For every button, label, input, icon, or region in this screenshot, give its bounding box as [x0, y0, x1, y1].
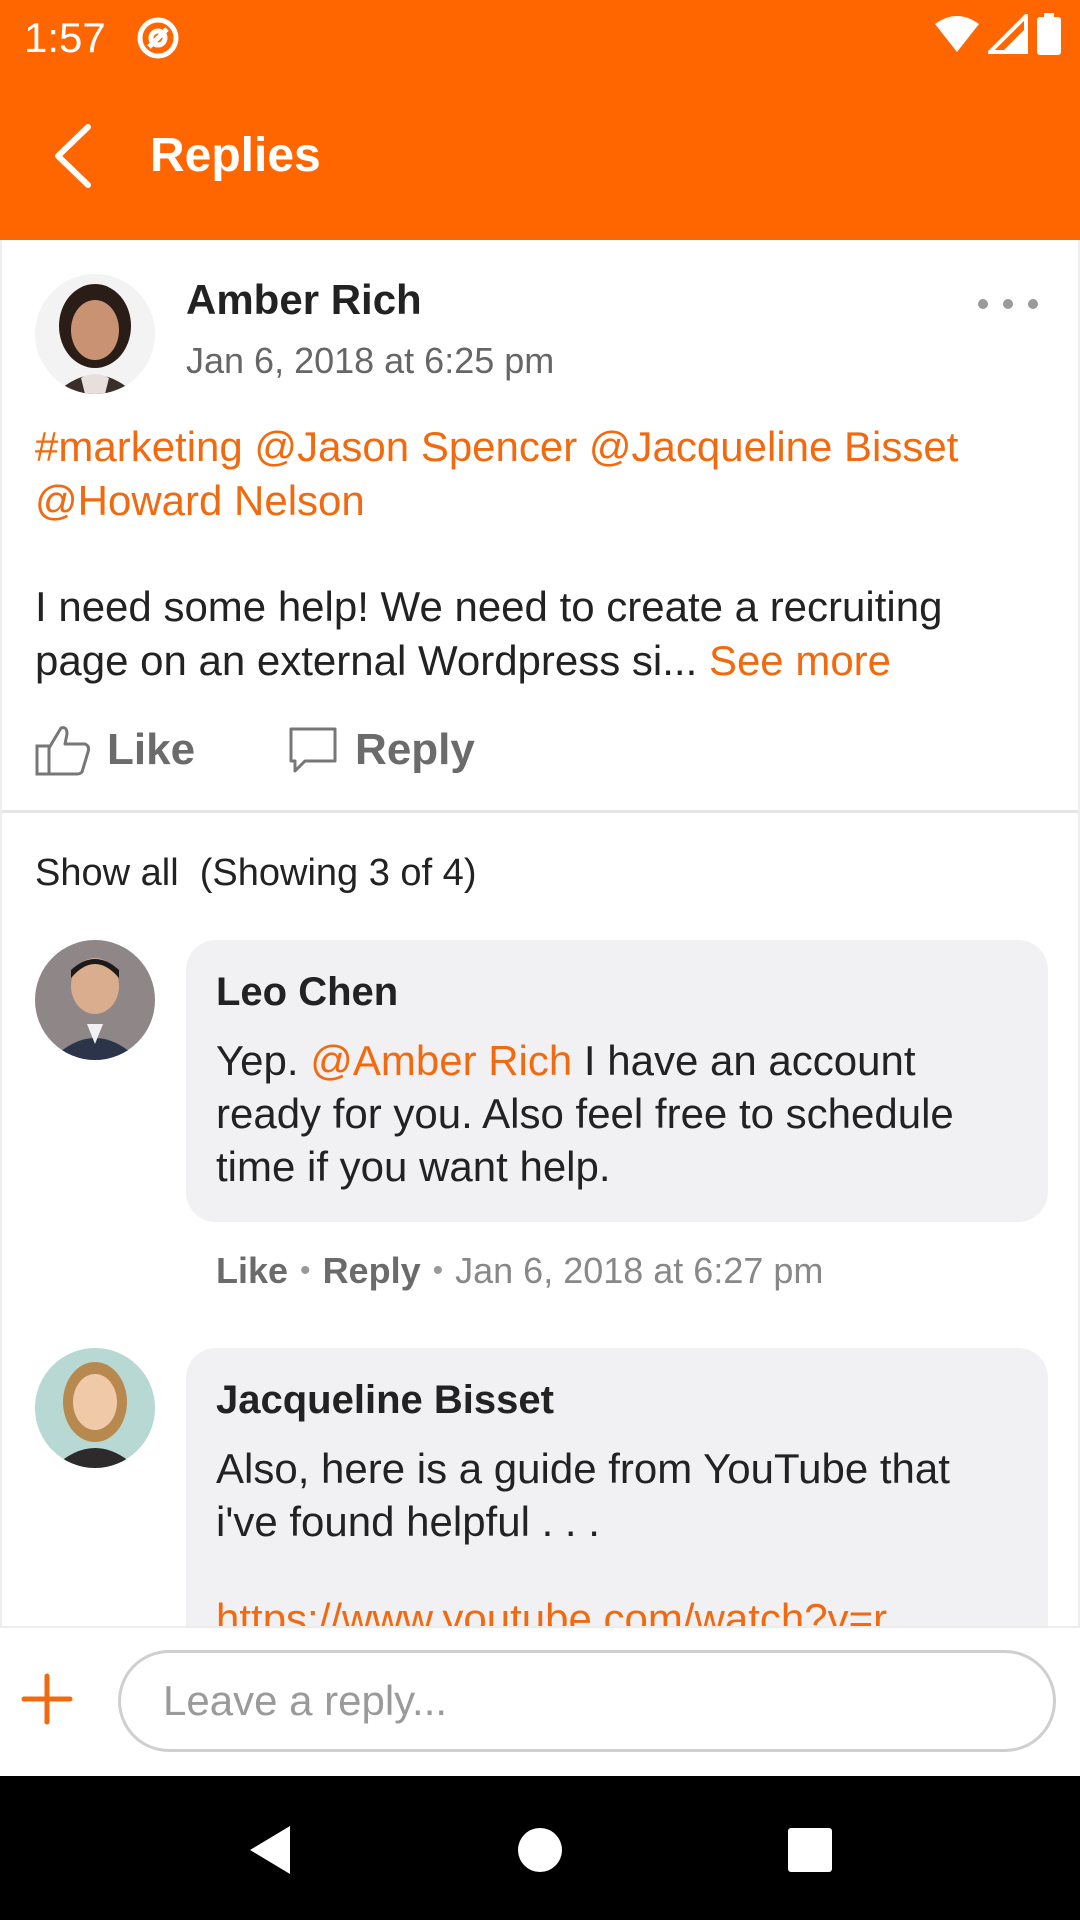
reply-date: Jan 6, 2018 at 6:27 pm — [455, 1250, 824, 1291]
back-button[interactable] — [40, 120, 104, 192]
plus-icon — [21, 1673, 73, 1725]
back-triangle-icon — [250, 1826, 290, 1874]
reply-text: Yep. @Amber Rich I have an account ready… — [216, 1034, 1018, 1193]
reply-author[interactable]: Jacqueline Bisset — [216, 1372, 1018, 1428]
show-all[interactable]: Show all (Showing 3 of 4) — [35, 852, 476, 895]
reply-text: Also, here is a guide from YouTube that … — [216, 1445, 950, 1545]
status-time: 1:57 — [24, 14, 106, 61]
chevron-left-icon — [55, 124, 91, 188]
page-title: Replies — [150, 129, 321, 182]
nav-recents-button[interactable] — [782, 1822, 838, 1878]
comment-icon — [287, 725, 339, 775]
more-options-button[interactable] — [978, 292, 1038, 316]
divider — [2, 810, 1078, 813]
status-bar: 1:57 — [0, 0, 1080, 72]
at-sign-icon — [136, 16, 180, 60]
replies-count: (Showing 3 of 4) — [199, 852, 477, 894]
avatar[interactable] — [35, 940, 155, 1060]
nav-back-button[interactable] — [242, 1822, 298, 1878]
reply-label: Reply — [355, 725, 475, 774]
reply-like-button[interactable]: Like — [216, 1250, 288, 1292]
separator-dot: • — [432, 1254, 444, 1287]
replies-content[interactable]: Amber Rich Jan 6, 2018 at 6:25 pm #marke… — [0, 240, 1080, 1626]
post-date: Jan 6, 2018 at 6:25 pm — [186, 340, 555, 381]
separator-dot: • — [300, 1254, 311, 1287]
like-label: Like — [107, 725, 196, 774]
reply-button[interactable]: Reply — [287, 725, 475, 775]
youtube-link[interactable]: https://www.youtube.com/watch?v=r — [216, 1595, 887, 1626]
reply-input[interactable] — [118, 1650, 1056, 1752]
reply-link-line: https://www.youtube.com/watch?v=r — [216, 1592, 1018, 1626]
show-all-link[interactable]: Show all — [35, 852, 179, 894]
reply-meta: Like • Reply • Jan 6, 2018 at 6:27 pm — [216, 1250, 823, 1292]
reply-composer — [0, 1626, 1080, 1776]
avatar[interactable] — [35, 1348, 155, 1468]
recents-square-icon — [788, 1828, 832, 1872]
home-circle-icon — [518, 1828, 562, 1872]
add-attachment-button[interactable] — [20, 1672, 74, 1726]
post-tags[interactable]: #marketing @Jason Spencer @Jacqueline Bi… — [35, 420, 1045, 528]
battery-icon — [1036, 12, 1062, 60]
reply-bubble: Jacqueline Bisset Also, here is a guide … — [186, 1348, 1048, 1626]
reply-reply-button[interactable]: Reply — [323, 1250, 421, 1292]
reply-author[interactable]: Leo Chen — [216, 964, 1018, 1020]
wifi-icon — [934, 14, 980, 59]
post-actions: Like Reply — [35, 718, 475, 782]
mention-link[interactable]: @Amber Rich — [310, 1037, 572, 1084]
thumbs-up-icon — [35, 724, 91, 776]
post-body: I need some help! We need to create a re… — [35, 580, 1045, 688]
post-author[interactable]: Amber Rich — [186, 276, 422, 324]
nav-home-button[interactable] — [512, 1822, 568, 1878]
app-bar: Replies — [0, 72, 1080, 240]
avatar[interactable] — [35, 274, 155, 394]
more-dot — [978, 299, 988, 309]
reply-text-start: Yep. — [216, 1037, 311, 1084]
more-dot — [1003, 299, 1013, 309]
like-button[interactable]: Like — [35, 724, 195, 776]
more-dot — [1028, 299, 1038, 309]
signal-icon — [985, 10, 1028, 59]
see-more-link[interactable]: See more — [709, 637, 891, 684]
reply-bubble: Leo Chen Yep. @Amber Rich I have an acco… — [186, 940, 1048, 1222]
system-nav-bar — [0, 1776, 1080, 1920]
